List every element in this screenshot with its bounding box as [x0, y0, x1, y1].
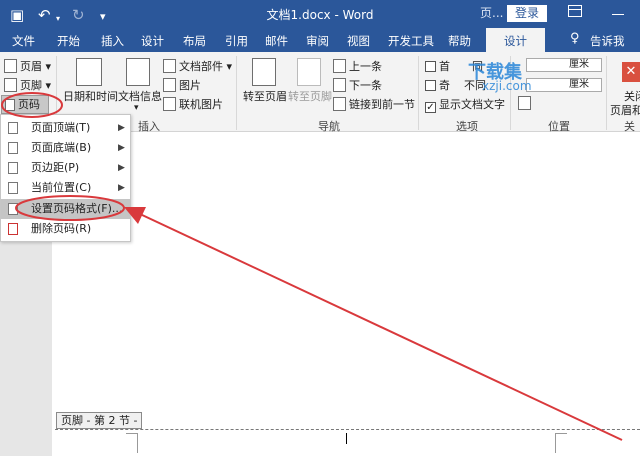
annotation-overlay — [1, 92, 623, 441]
annotation-circle-format-item — [15, 195, 125, 221]
annotation-arrow-line — [139, 213, 623, 441]
annotation-circle-page-number — [1, 92, 63, 118]
